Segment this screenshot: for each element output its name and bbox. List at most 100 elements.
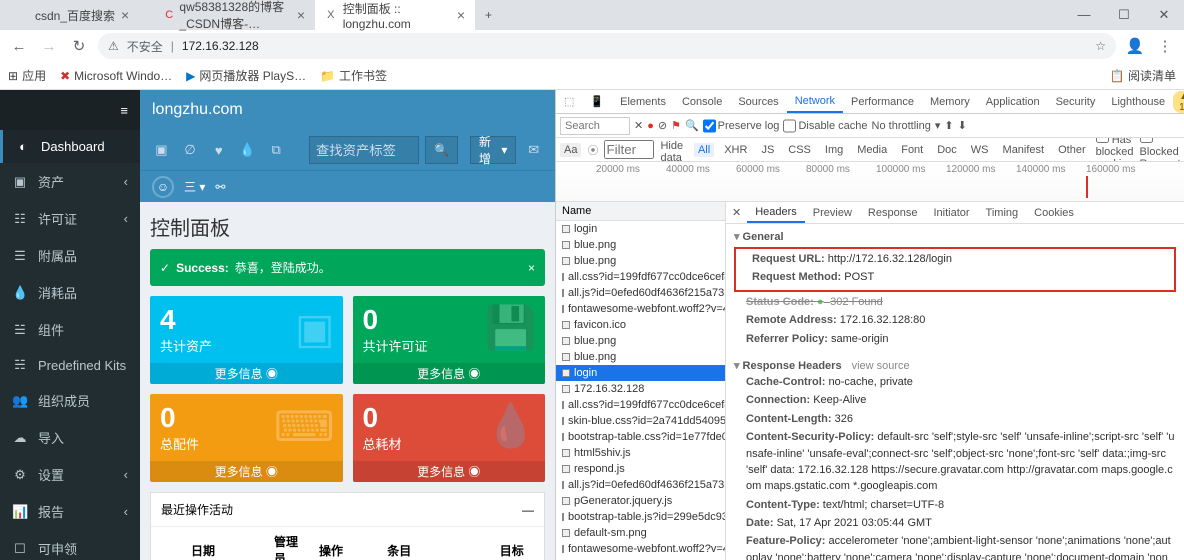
- toolbar-icon[interactable]: 💧: [236, 138, 259, 162]
- close-button[interactable]: ✕: [1144, 7, 1184, 23]
- blocked-cookies-checkbox[interactable]: Has blocked cookies: [1096, 138, 1134, 162]
- detail-tab[interactable]: Preview: [805, 202, 860, 223]
- devtools-tab[interactable]: Elements: [612, 90, 674, 113]
- device-icon[interactable]: 📱: [582, 90, 612, 113]
- request-row[interactable]: skin-blue.css?id=2a741dd5409582c0af69: [556, 413, 725, 429]
- devtools-tab[interactable]: Performance: [843, 90, 922, 113]
- download-icon[interactable]: ⬇: [958, 119, 967, 132]
- detail-tab[interactable]: Cookies: [1026, 202, 1082, 223]
- sidebar-item[interactable]: ☱组件: [0, 311, 140, 348]
- bookmark-item[interactable]: ✖ Microsoft Windo…: [60, 69, 172, 83]
- request-row[interactable]: 172.16.32.128: [556, 381, 725, 397]
- menu-icon[interactable]: ⋮: [1154, 37, 1176, 55]
- new-tab-button[interactable]: +: [475, 8, 502, 22]
- filter-chip[interactable]: JS: [757, 143, 778, 157]
- request-row[interactable]: pGenerator.jquery.js: [556, 493, 725, 509]
- browser-tab[interactable]: csdn_百度搜索 ×: [5, 1, 155, 30]
- toolbar-icon[interactable]: ∅: [179, 138, 202, 162]
- preserve-log-checkbox[interactable]: Preserve log: [703, 117, 780, 135]
- close-icon[interactable]: ×: [121, 7, 129, 23]
- request-row[interactable]: bootstrap-table.js?id=299e5dc93430f2ae33…: [556, 509, 725, 525]
- request-row[interactable]: blue.png: [556, 333, 725, 349]
- search-icon[interactable]: 🔍: [685, 119, 699, 132]
- search-input[interactable]: [309, 136, 419, 164]
- maximize-button[interactable]: ☐: [1104, 7, 1144, 23]
- profile-icon[interactable]: 👤: [1124, 37, 1146, 55]
- network-timeline[interactable]: 20000 ms40000 ms60000 ms80000 ms100000 m…: [556, 162, 1184, 202]
- request-row[interactable]: default-sm.png: [556, 525, 725, 541]
- url-field[interactable]: ⚠ 不安全 | 172.16.32.128 ☆: [98, 33, 1116, 59]
- forward-button[interactable]: →: [38, 38, 60, 55]
- request-row[interactable]: all.js?id=0efed60df4636f215a73: [556, 477, 725, 493]
- request-row[interactable]: html5shiv.js: [556, 445, 725, 461]
- filter-icon[interactable]: ⚑: [671, 119, 681, 132]
- sidebar-item[interactable]: ◐Dashboard: [0, 130, 140, 163]
- filter-chip[interactable]: Font: [897, 143, 927, 157]
- toolbar-icon[interactable]: ▣: [150, 138, 173, 162]
- filter-chip[interactable]: Other: [1054, 143, 1090, 157]
- devtools-tab[interactable]: Memory: [922, 90, 978, 113]
- inspect-icon[interactable]: ⬚: [556, 90, 582, 113]
- sidebar-item[interactable]: ☷许可证‹: [0, 200, 140, 237]
- filter-chip[interactable]: Doc: [933, 143, 961, 157]
- general-section[interactable]: ▾General: [734, 228, 1176, 245]
- sidebar-item[interactable]: ▣资产‹: [0, 163, 140, 200]
- sidebar-item[interactable]: ☐可申领: [0, 530, 140, 560]
- request-row[interactable]: login: [556, 221, 725, 237]
- star-icon[interactable]: ☆: [1095, 39, 1106, 53]
- close-icon[interactable]: ×: [457, 7, 465, 23]
- toolbar-icon[interactable]: ♥: [207, 138, 230, 162]
- filter-chip[interactable]: All: [694, 143, 714, 157]
- throttle-select[interactable]: No throttling: [872, 120, 931, 132]
- share-icon[interactable]: ⚯: [215, 180, 225, 194]
- request-row[interactable]: blue.png: [556, 253, 725, 269]
- toolbar-icon[interactable]: ⧉: [265, 138, 288, 162]
- devtools-tab[interactable]: Sources: [730, 90, 786, 113]
- reading-list[interactable]: 📋 阅读清单: [1110, 67, 1176, 84]
- sidebar-item[interactable]: 💧消耗品: [0, 274, 140, 311]
- alert-close-button[interactable]: ×: [528, 261, 535, 275]
- filter-chip[interactable]: XHR: [720, 143, 751, 157]
- bookmark-item[interactable]: ▶ 网页播放器 PlayS…: [186, 67, 306, 84]
- hide-data-urls-checkbox[interactable]: Hide data URLs: [660, 138, 688, 162]
- add-button[interactable]: 新增 ▾: [470, 136, 516, 164]
- message-icon[interactable]: ✉: [522, 138, 545, 162]
- request-row[interactable]: fontawesome-webfont.woff2?v=4.7.0: [556, 301, 725, 317]
- browser-tab-active[interactable]: X 控制面板 :: longzhu.com ×: [315, 0, 475, 37]
- sidebar-item[interactable]: 👥组织成员: [0, 382, 140, 419]
- more-link[interactable]: 更多信息 ◉: [150, 363, 343, 384]
- user-avatar-icon[interactable]: ☺: [152, 176, 174, 198]
- filter-input[interactable]: [604, 140, 654, 159]
- reload-button[interactable]: ↻: [68, 37, 90, 55]
- request-row[interactable]: blue.png: [556, 349, 725, 365]
- sidebar-item[interactable]: 📊报告‹: [0, 493, 140, 530]
- apps-icon[interactable]: ⊞ 应用: [8, 67, 46, 84]
- search-input[interactable]: [560, 117, 630, 135]
- back-button[interactable]: ←: [8, 38, 30, 55]
- devtools-tab[interactable]: Console: [674, 90, 730, 113]
- detail-tab[interactable]: Headers: [747, 202, 805, 223]
- request-row[interactable]: all.css?id=199fdf677cc0dce6cef8: [556, 397, 725, 413]
- filter-chip[interactable]: CSS: [784, 143, 815, 157]
- close-detail-button[interactable]: ✕: [726, 206, 747, 219]
- request-row[interactable]: login: [556, 365, 725, 381]
- aa-icon[interactable]: Aa: [560, 143, 581, 157]
- response-headers-section[interactable]: ▾Response Headersview source: [734, 357, 1176, 374]
- collapse-button[interactable]: —: [522, 503, 534, 517]
- devtools-tab[interactable]: Security: [1048, 90, 1104, 113]
- sidebar-item[interactable]: ⚙设置‹: [0, 456, 140, 493]
- detail-tab[interactable]: Timing: [978, 202, 1027, 223]
- disable-cache-checkbox[interactable]: Disable cache: [783, 117, 867, 135]
- warnings-badge[interactable]: ▲ 10: [1173, 91, 1184, 113]
- bookmark-item[interactable]: 📁 工作书签: [320, 67, 387, 84]
- close-icon[interactable]: ×: [297, 7, 305, 23]
- devtools-tab[interactable]: Application: [978, 90, 1048, 113]
- request-row[interactable]: all.js?id=0efed60df4636f215a73: [556, 285, 725, 301]
- request-row[interactable]: favicon.ico: [556, 317, 725, 333]
- user-dropdown[interactable]: 三 ▾: [184, 178, 205, 195]
- detail-tab[interactable]: Response: [860, 202, 926, 223]
- minimize-button[interactable]: —: [1064, 7, 1104, 23]
- blocked-requests-checkbox[interactable]: Blocked Requests: [1140, 138, 1184, 162]
- devtools-tab[interactable]: Lighthouse: [1103, 90, 1173, 113]
- view-source-link[interactable]: view source: [852, 360, 910, 372]
